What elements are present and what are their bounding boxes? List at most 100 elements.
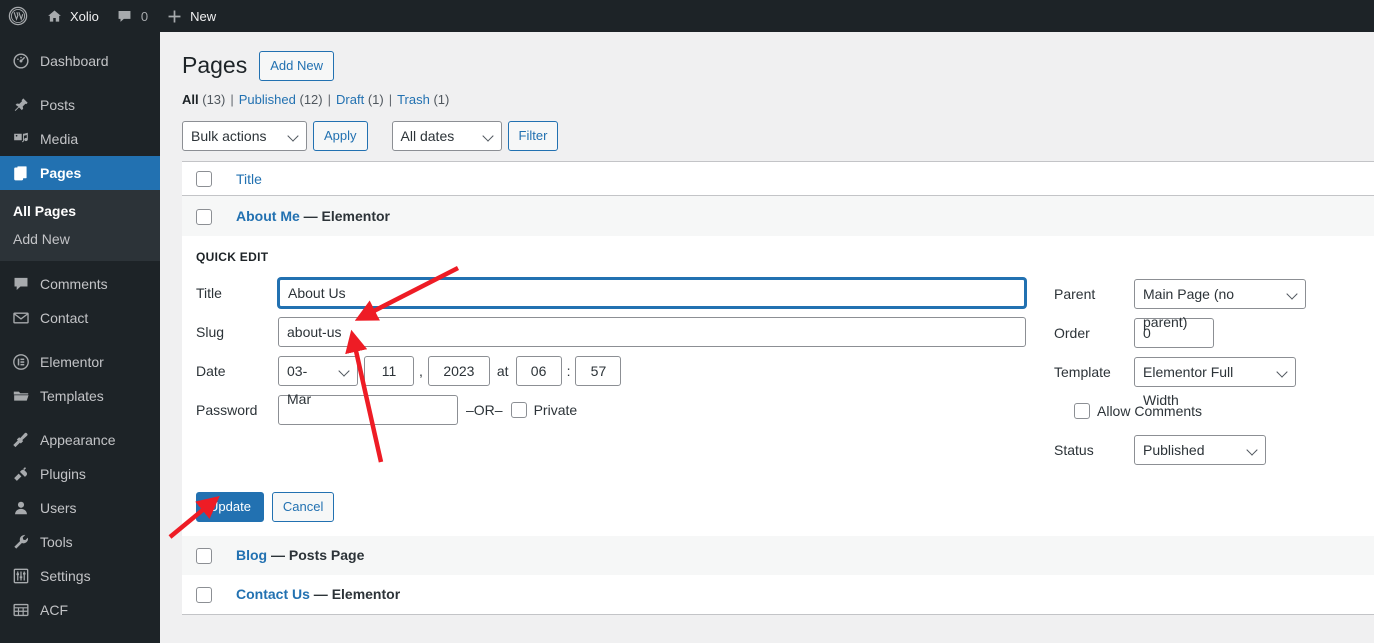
allow-comments-checkbox[interactable]	[1074, 403, 1090, 419]
parent-field-label: Parent	[1054, 286, 1134, 302]
status-count-draft: (1)	[368, 92, 384, 107]
date-month-value: 03-Mar	[287, 363, 311, 407]
pages-submenu: All Pages Add New	[0, 190, 160, 261]
status-link-all-label[interactable]: All	[182, 92, 199, 107]
bulk-actions-value: Bulk actions	[191, 128, 266, 144]
quick-edit-date-row: Date 03-Mar , at	[196, 356, 1054, 386]
apply-button[interactable]: Apply	[313, 121, 368, 151]
status-count-trash: (1)	[433, 92, 449, 107]
sidebar-label: Posts	[40, 97, 75, 113]
cancel-button[interactable]: Cancel	[272, 492, 334, 522]
row-select-checkbox[interactable]	[196, 209, 212, 225]
sidebar-item-media[interactable]: Media	[0, 122, 160, 156]
plug-icon	[11, 464, 31, 484]
sidebar-item-posts[interactable]: Posts	[0, 88, 160, 122]
sidebar-item-tools[interactable]: Tools	[0, 525, 160, 559]
slug-field-label: Slug	[196, 324, 278, 340]
status-select[interactable]: Published	[1134, 435, 1266, 465]
status-link-published-label[interactable]: Published	[239, 92, 296, 107]
row-select-checkbox[interactable]	[196, 587, 212, 603]
sliders-icon	[11, 566, 31, 586]
comments-menu[interactable]: 0	[107, 0, 156, 32]
page-title-link[interactable]: Contact Us	[236, 586, 310, 602]
status-separator: |	[225, 92, 238, 107]
add-new-page-button[interactable]: Add New	[259, 51, 334, 81]
date-minute-input[interactable]	[575, 356, 621, 386]
sidebar-item-appearance[interactable]: Appearance	[0, 423, 160, 457]
admin-bar: Xolio 0 New	[0, 0, 1374, 32]
title-input[interactable]	[278, 278, 1026, 308]
date-colon: :	[562, 363, 576, 379]
sidebar-item-settings[interactable]: Settings	[0, 559, 160, 593]
quick-edit-left-column: Title Slug Date	[196, 278, 1054, 434]
parent-select[interactable]: Main Page (no parent)	[1134, 279, 1306, 309]
sidebar-label: Media	[40, 131, 78, 147]
quick-edit-cell: QUICK EDIT Title Slug	[182, 236, 1374, 536]
select-all-checkbox[interactable]	[196, 171, 212, 187]
content-wrap: Pages Add New All (13) | Published (12) …	[160, 32, 1374, 615]
status-filter-links: All (13) | Published (12) | Draft (1) | …	[182, 92, 1374, 107]
status-link-published[interactable]: Published (12)	[239, 92, 323, 107]
submenu-item-all-pages[interactable]: All Pages	[0, 197, 160, 225]
paintbrush-icon	[11, 430, 31, 450]
site-name-menu[interactable]: Xolio	[36, 0, 107, 32]
sidebar-item-acf[interactable]: ACF	[0, 593, 160, 627]
pages-list-table: Title About Me — Elementor	[182, 161, 1374, 615]
column-header-title-link[interactable]: Title	[236, 171, 262, 187]
status-link-trash[interactable]: Trash (1)	[397, 92, 449, 107]
select-all-header	[182, 161, 226, 195]
row-post-state: Posts Page	[289, 547, 364, 563]
date-filter-select[interactable]: All dates	[392, 121, 502, 151]
status-link-trash-label[interactable]: Trash	[397, 92, 430, 107]
date-hour-input[interactable]	[516, 356, 562, 386]
private-checkbox[interactable]	[511, 402, 527, 418]
status-count-all: (13)	[202, 92, 225, 107]
sidebar-label: Users	[40, 500, 77, 516]
date-day-input[interactable]	[364, 356, 414, 386]
site-name-label: Xolio	[70, 9, 99, 24]
quick-edit-actions: Update Cancel	[196, 492, 1374, 524]
row-checkbox-cell	[182, 536, 226, 575]
quick-edit-comments-row: Allow Comments	[1054, 396, 1374, 426]
new-content-menu[interactable]: New	[156, 0, 224, 32]
page-title-link[interactable]: Blog	[236, 547, 267, 563]
sidebar-item-users[interactable]: Users	[0, 491, 160, 525]
quick-edit-template-row: Template Elementor Full Width	[1054, 357, 1374, 387]
sidebar-label: Contact	[40, 310, 88, 326]
bulk-actions-select[interactable]: Bulk actions	[182, 121, 307, 151]
private-label: Private	[527, 402, 578, 418]
main-content-area: Pages Add New All (13) | Published (12) …	[160, 32, 1374, 643]
sidebar-item-pages[interactable]: Pages	[0, 156, 160, 190]
row-dash: —	[271, 547, 285, 563]
date-at-label: at	[490, 363, 516, 379]
row-select-checkbox[interactable]	[196, 548, 212, 564]
template-select[interactable]: Elementor Full Width	[1134, 357, 1296, 387]
date-month-select[interactable]: 03-Mar	[278, 356, 358, 386]
sidebar-label: ACF	[40, 602, 68, 618]
media-photo-music-icon	[11, 129, 31, 149]
filter-button[interactable]: Filter	[508, 121, 559, 151]
sidebar-item-plugins[interactable]: Plugins	[0, 457, 160, 491]
sidebar-item-contact[interactable]: Contact	[0, 301, 160, 335]
table-body: About Me — Elementor QUICK EDIT	[182, 196, 1374, 615]
submenu-item-add-new[interactable]: Add New	[0, 225, 160, 253]
status-link-draft-label[interactable]: Draft	[336, 92, 364, 107]
page-title-link[interactable]: About Me	[236, 208, 300, 224]
sidebar-item-templates[interactable]: Templates	[0, 379, 160, 413]
date-year-input[interactable]	[428, 356, 490, 386]
sidebar-item-dashboard[interactable]: Dashboard	[0, 44, 160, 78]
update-button[interactable]: Update	[196, 492, 264, 522]
status-link-draft[interactable]: Draft (1)	[336, 92, 384, 107]
slug-input[interactable]	[278, 317, 1026, 347]
quick-edit-form: QUICK EDIT Title Slug	[182, 236, 1374, 536]
sidebar-item-elementor[interactable]: Elementor	[0, 345, 160, 379]
row-title-cell: About Me — Elementor	[226, 196, 1374, 236]
admin-sidebar-menu: Dashboard Posts Media Pages All Pages Ad…	[0, 32, 160, 643]
sidebar-item-comments[interactable]: Comments	[0, 267, 160, 301]
quick-edit-parent-row: Parent Main Page (no parent)	[1054, 279, 1374, 309]
page-header: Pages Add New	[182, 42, 1374, 81]
row-dash: —	[314, 586, 328, 602]
table-navigation-top: Bulk actions Apply All dates Filter	[182, 121, 1374, 151]
wp-logo-menu[interactable]	[0, 0, 36, 32]
status-link-all[interactable]: All (13)	[182, 92, 225, 107]
